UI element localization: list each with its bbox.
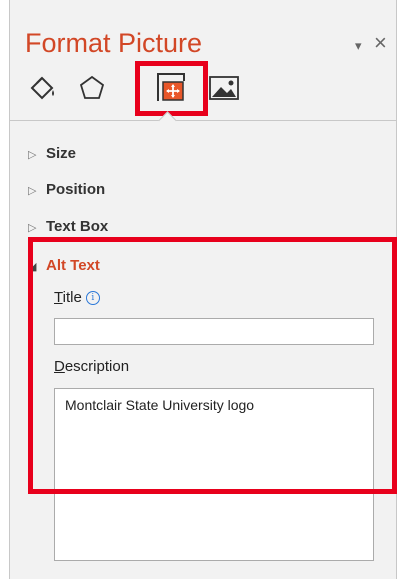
- selected-tab-highlight: [135, 61, 208, 116]
- title-label: Title i: [54, 289, 100, 306]
- picture-icon: [209, 76, 239, 100]
- section-position[interactable]: ▷ Position: [28, 181, 105, 198]
- title-label-accesskey: T: [54, 289, 63, 306]
- collapse-icon: ◢: [28, 261, 37, 273]
- alt-description-textarea[interactable]: Montclair State University logo: [54, 388, 374, 561]
- format-picture-pane: Format Picture ▾ × ▷ Size ▷ Position ▷ T…: [9, 0, 397, 579]
- section-position-label: Position: [46, 181, 106, 198]
- fill-line-icon: [30, 76, 54, 100]
- tab-divider: [10, 120, 396, 121]
- description-label-accesskey: D: [54, 358, 65, 375]
- description-label-text: escription: [64, 358, 130, 375]
- title-label-text: itle: [62, 289, 82, 306]
- section-text-box[interactable]: ▷ Text Box: [28, 218, 108, 235]
- tab-fill-line[interactable]: [25, 70, 61, 106]
- alt-title-input[interactable]: [54, 318, 374, 345]
- section-alt-text-label: Alt Text: [46, 257, 100, 274]
- section-alt-text[interactable]: ◢ Alt Text: [28, 257, 100, 274]
- pane-title: Format Picture: [25, 28, 203, 58]
- expand-icon: ▷: [28, 149, 37, 161]
- effects-icon: [79, 75, 105, 99]
- info-icon[interactable]: i: [85, 291, 100, 305]
- expand-icon: ▷: [28, 185, 37, 197]
- expand-icon: ▷: [28, 222, 37, 234]
- description-label: Description: [54, 358, 129, 375]
- section-size[interactable]: ▷ Size: [28, 145, 76, 162]
- section-size-label: Size: [46, 145, 77, 162]
- tab-picture[interactable]: [206, 70, 242, 106]
- close-icon[interactable]: ×: [374, 30, 387, 56]
- pane-options-dropdown-icon[interactable]: ▾: [355, 38, 362, 54]
- tab-effects[interactable]: [74, 70, 110, 106]
- section-text-box-label: Text Box: [46, 218, 109, 235]
